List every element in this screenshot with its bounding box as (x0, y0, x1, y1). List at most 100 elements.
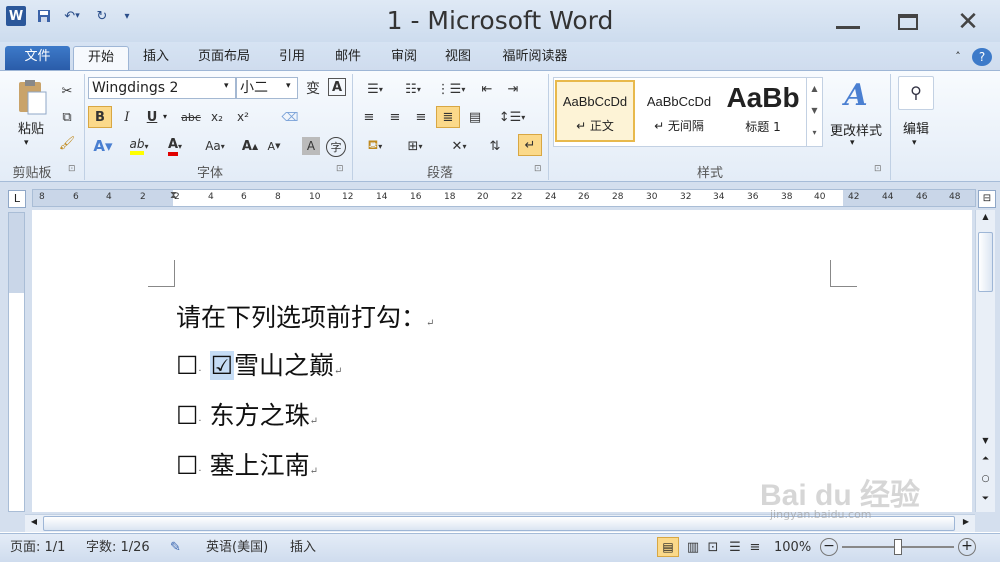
previous-page-icon[interactable]: ⏶ (978, 454, 993, 470)
align-left-icon[interactable]: ≡ (358, 106, 380, 128)
zoom-out-icon[interactable]: − (820, 538, 838, 556)
status-language[interactable]: 英语(美国) (206, 539, 268, 557)
doc-prompt-line[interactable]: 请在下列选项前打勾：↵ (176, 298, 434, 334)
next-page-icon[interactable]: ⏷ (978, 494, 993, 510)
minimize-ribbon-icon[interactable]: ˄ (950, 46, 966, 70)
sort-icon[interactable]: ⇅ (484, 135, 506, 157)
scroll-up-icon[interactable]: ▲ (978, 212, 993, 226)
format-painter-icon[interactable]: 🖌 (56, 132, 78, 154)
doc-option-2[interactable]: ☐· 东方之珠↵ (176, 396, 318, 432)
highlight-color-icon[interactable]: ab ▾ (124, 135, 154, 157)
outline-view-icon[interactable]: ☰ (726, 539, 744, 557)
indent-marker-icon[interactable]: ⧗ (170, 190, 178, 206)
doc-option-1[interactable]: ☐· ☑雪山之巅↵ (176, 346, 342, 382)
tab-insert[interactable]: 插入 (136, 46, 176, 70)
grow-font-icon[interactable]: A ▲ (240, 135, 260, 157)
multilevel-list-icon[interactable]: ⋮☰ ▾ (434, 78, 468, 100)
styles-gallery-scroll[interactable]: ▲ ▼ ▾ (806, 78, 822, 146)
line-spacing-icon[interactable]: ↕☰ ▾ (496, 106, 528, 128)
scroll-left-icon[interactable]: ◀ (27, 517, 41, 531)
tab-view[interactable]: 视图 (438, 46, 478, 70)
chinese-layout-icon[interactable]: ✕ ▾ (442, 135, 476, 157)
font-launcher-icon[interactable]: ⊡ (336, 164, 344, 174)
tab-mailings[interactable]: 邮件 (328, 46, 368, 70)
change-styles-icon[interactable]: A (836, 78, 876, 113)
font-color-icon[interactable]: A ▾ (160, 135, 190, 157)
tab-selector-icon[interactable]: L (8, 190, 26, 208)
tab-foxit-reader[interactable]: 福昕阅读器 (494, 46, 576, 70)
document-page[interactable]: 请在下列选项前打勾：↵ ☐· ☑雪山之巅↵ ☐· 东方之珠↵ ☐· 塞上江南↵ (32, 210, 972, 512)
distribute-icon[interactable]: ▤ (464, 106, 486, 128)
scroll-right-icon[interactable]: ▶ (959, 517, 973, 531)
font-name-select[interactable]: Wingdings 2 (88, 77, 236, 99)
style-normal[interactable]: AaBbCcDd ↵ 正文 (555, 80, 635, 142)
view-ruler-icon[interactable]: ⊟ (978, 190, 996, 208)
subscript-button[interactable]: x₂ (206, 106, 228, 128)
zoom-slider-thumb[interactable] (894, 539, 902, 555)
tab-home[interactable]: 开始 (73, 46, 129, 70)
status-word-count[interactable]: 字数: 1/26 (86, 539, 150, 557)
clipboard-launcher-icon[interactable]: ⊡ (68, 164, 76, 174)
justify-icon[interactable]: ≣ (436, 106, 460, 128)
change-styles-label[interactable]: 更改样式 (824, 120, 888, 139)
paste-dropdown-icon[interactable]: ▾ (24, 138, 29, 148)
maximize-button[interactable] (890, 10, 926, 34)
show-hide-marks-button[interactable]: ↵ (518, 134, 542, 156)
status-insert-mode[interactable]: 插入 (290, 539, 316, 557)
underline-dropdown-icon[interactable]: ▾ (163, 112, 167, 121)
tab-review[interactable]: 审阅 (384, 46, 424, 70)
bullets-icon[interactable]: ☰ ▾ (358, 78, 392, 100)
bold-button[interactable]: B (88, 106, 112, 128)
cut-icon[interactable]: ✂ (56, 80, 78, 102)
editing-dropdown-icon[interactable]: ▾ (912, 138, 917, 148)
horizontal-ruler[interactable]: 8 6 4 2 2 4 6 8 10 12 14 16 18 20 22 24 26 28 30 32 34 36 38 40… (32, 189, 976, 207)
superscript-button[interactable]: x² (232, 106, 254, 128)
change-styles-dropdown-icon[interactable]: ▾ (850, 138, 855, 148)
scroll-down-icon[interactable]: ▼ (978, 436, 993, 450)
help-icon[interactable]: ? (972, 48, 992, 66)
clear-format-icon[interactable]: ⌫ (270, 106, 310, 128)
tab-references[interactable]: 引用 (272, 46, 312, 70)
shrink-font-icon[interactable]: A ▼ (264, 135, 284, 157)
vertical-scrollbar[interactable]: ▲ ▼ ⏶ ○ ⏷ (975, 210, 995, 512)
borders-icon[interactable]: ⊞ ▾ (398, 135, 432, 157)
paste-label[interactable]: 粘贴 (14, 118, 48, 137)
status-page[interactable]: 页面: 1/1 (10, 539, 65, 557)
editing-label[interactable]: 编辑 (896, 118, 936, 137)
close-button[interactable]: ✕ (950, 7, 986, 37)
paste-icon[interactable] (14, 78, 50, 118)
draft-view-icon[interactable]: ≡ (746, 539, 764, 557)
tab-file[interactable]: 文件 (5, 46, 70, 70)
decrease-indent-icon[interactable]: ⇤ (476, 78, 498, 100)
italic-button[interactable]: I (116, 106, 138, 128)
increase-indent-icon[interactable]: ⇥ (502, 78, 524, 100)
character-shading-icon[interactable]: A (302, 137, 320, 155)
font-size-dropdown-icon[interactable]: ▾ (286, 81, 291, 91)
enclose-characters-icon[interactable]: 字 (326, 137, 346, 157)
align-center-icon[interactable]: ≡ (384, 106, 406, 128)
style-no-spacing[interactable]: AaBbCcDd ↵ 无间隔 (638, 80, 720, 142)
print-layout-view-icon[interactable]: ▤ (657, 537, 679, 557)
find-binoculars-icon[interactable]: ⚲ (898, 76, 934, 110)
font-name-dropdown-icon[interactable]: ▾ (224, 81, 229, 91)
underline-button[interactable]: U (142, 106, 162, 128)
browse-object-icon[interactable]: ○ (978, 474, 993, 490)
full-screen-reading-icon[interactable]: ▥ (684, 539, 702, 557)
web-layout-icon[interactable]: ⊡ (704, 539, 722, 557)
numbering-icon[interactable]: ☷ ▾ (396, 78, 430, 100)
paragraph-launcher-icon[interactable]: ⊡ (534, 164, 542, 174)
strikethrough-button[interactable]: abc (178, 106, 204, 128)
styles-launcher-icon[interactable]: ⊡ (874, 164, 882, 174)
style-heading-1[interactable]: AaBb 标题 1 (722, 80, 804, 142)
copy-icon[interactable]: ⧉ (56, 106, 78, 128)
align-right-icon[interactable]: ≡ (410, 106, 432, 128)
change-case-icon[interactable]: Aa ▾ (200, 135, 230, 157)
minimize-button[interactable] (830, 10, 866, 34)
zoom-level[interactable]: 100% (774, 539, 811, 557)
scroll-thumb[interactable] (978, 232, 993, 292)
vertical-ruler[interactable] (8, 212, 25, 512)
tab-page-layout[interactable]: 页面布局 (190, 46, 258, 70)
doc-option-3[interactable]: ☐· 塞上江南↵ (176, 446, 318, 482)
shading-icon[interactable]: ⛾ ▾ (358, 135, 392, 157)
proofing-icon[interactable]: ✎ (170, 539, 194, 557)
